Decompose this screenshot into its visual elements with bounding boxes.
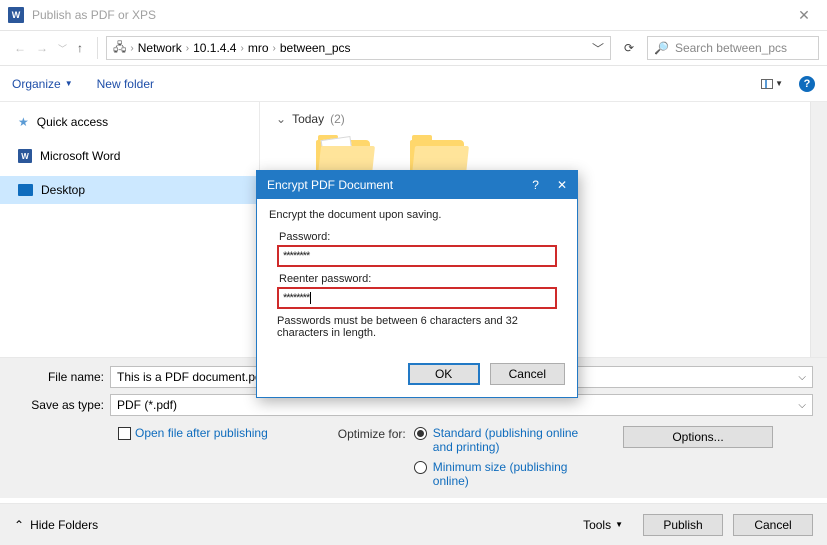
chevron-down-icon[interactable]: ⌵ [798,400,806,411]
sidebar-item-label: Quick access [37,115,108,129]
group-label: Today [292,112,324,126]
sidebar-item-quick-access[interactable]: ★ Quick access [0,108,259,136]
group-count: (2) [330,112,345,126]
password-hint: Passwords must be between 6 characters a… [277,315,557,339]
nav-back-icon[interactable]: ← [14,41,26,55]
bc-seg[interactable]: Network [138,41,182,55]
cancel-button[interactable]: Cancel [733,514,813,536]
word-icon: W [18,149,32,163]
dialog-titlebar[interactable]: Encrypt PDF Document ? ✕ [257,171,577,199]
radio-minimum[interactable]: Minimum size (publishing online) [414,460,593,488]
nav-bar: ← → ﹀ ↑ 🖧 › Network › 10.1.4.4 › mro › b… [0,30,827,66]
radio-icon [414,427,427,440]
tools-menu[interactable]: Tools▼ [583,518,623,532]
chevron-up-icon: ⌃ [14,518,24,532]
view-options-button[interactable]: ▼ [761,79,783,89]
dialog-help-icon[interactable]: ? [532,178,539,192]
search-icon: 🔍 [654,41,669,55]
star-icon: ★ [18,115,29,129]
reenter-input[interactable]: ******** [277,287,557,309]
radio-standard[interactable]: Standard (publishing online and printing… [414,426,593,454]
window-close-button[interactable]: ✕ [781,0,827,30]
password-input[interactable]: ******** [277,245,557,267]
filename-label: File name: [14,370,110,384]
bc-seg[interactable]: between_pcs [280,41,351,55]
chevron-down-icon[interactable]: ⌵ [798,372,806,383]
open-after-label: Open file after publishing [135,426,268,440]
nav-recent-dropdown[interactable]: ﹀ [58,42,67,55]
chevron-down-icon: ⌄ [276,112,286,126]
sidebar: ★ Quick access W Microsoft Word Desktop [0,102,260,357]
dialog-title: Encrypt PDF Document [267,178,393,192]
filename-value: This is a PDF document.pdf [117,370,265,384]
footer: ⌃ Hide Folders Tools▼ Publish Cancel [0,503,827,545]
radio-icon [414,461,427,474]
new-folder-button[interactable]: New folder [97,77,154,91]
reenter-label: Reenter password: [279,273,565,285]
options-button[interactable]: Options... [623,426,773,448]
encrypt-dialog: Encrypt PDF Document ? ✕ Encrypt the doc… [256,170,578,398]
nav-up-icon[interactable]: ↑ [77,41,83,55]
savetype-value: PDF (*.pdf) [117,398,177,412]
search-placeholder: Search between_pcs [675,41,787,55]
toolbar: Organize▼ New folder ▼ ? [0,66,827,102]
hide-folders-label: Hide Folders [30,518,98,532]
radio-standard-label: Standard (publishing online and printing… [433,426,593,454]
sidebar-item-label: Microsoft Word [40,149,120,163]
window-title: Publish as PDF or XPS [32,8,156,22]
dialog-intro: Encrypt the document upon saving. [269,209,565,221]
breadcrumb-dropdown-icon[interactable]: ﹀ [592,40,604,57]
sidebar-item-word[interactable]: W Microsoft Word [0,142,259,170]
refresh-button[interactable]: ⟳ [615,36,643,60]
breadcrumb[interactable]: 🖧 › Network › 10.1.4.4 › mro › between_p… [106,36,611,60]
text-caret [310,292,311,304]
help-icon[interactable]: ? [799,76,815,92]
radio-minimum-label: Minimum size (publishing online) [433,460,593,488]
savetype-label: Save as type: [14,398,110,412]
sidebar-item-desktop[interactable]: Desktop [0,176,259,204]
desktop-icon [18,184,33,196]
bc-seg[interactable]: 10.1.4.4 [193,41,236,55]
vertical-scrollbar[interactable] [810,102,827,357]
titlebar: W Publish as PDF or XPS ✕ [0,0,827,30]
optimize-label: Optimize for: [338,426,406,488]
password-label: Password: [279,231,565,243]
open-after-checkbox[interactable]: Open file after publishing [118,426,268,440]
group-header[interactable]: ⌄ Today (2) [276,112,811,126]
dialog-ok-button[interactable]: OK [408,363,480,385]
network-icon: 🖧 [113,38,126,59]
word-app-icon: W [8,7,24,23]
sidebar-item-label: Desktop [41,183,85,197]
search-input[interactable]: 🔍 Search between_pcs [647,36,819,60]
dialog-cancel-button[interactable]: Cancel [490,363,565,385]
organize-menu[interactable]: Organize▼ [12,77,73,91]
publish-button[interactable]: Publish [643,514,723,536]
hide-folders-button[interactable]: ⌃ Hide Folders [14,518,98,532]
bc-seg[interactable]: mro [248,41,269,55]
checkbox-icon [118,427,131,440]
dialog-close-icon[interactable]: ✕ [557,178,567,192]
nav-forward-icon[interactable]: → [36,41,48,55]
